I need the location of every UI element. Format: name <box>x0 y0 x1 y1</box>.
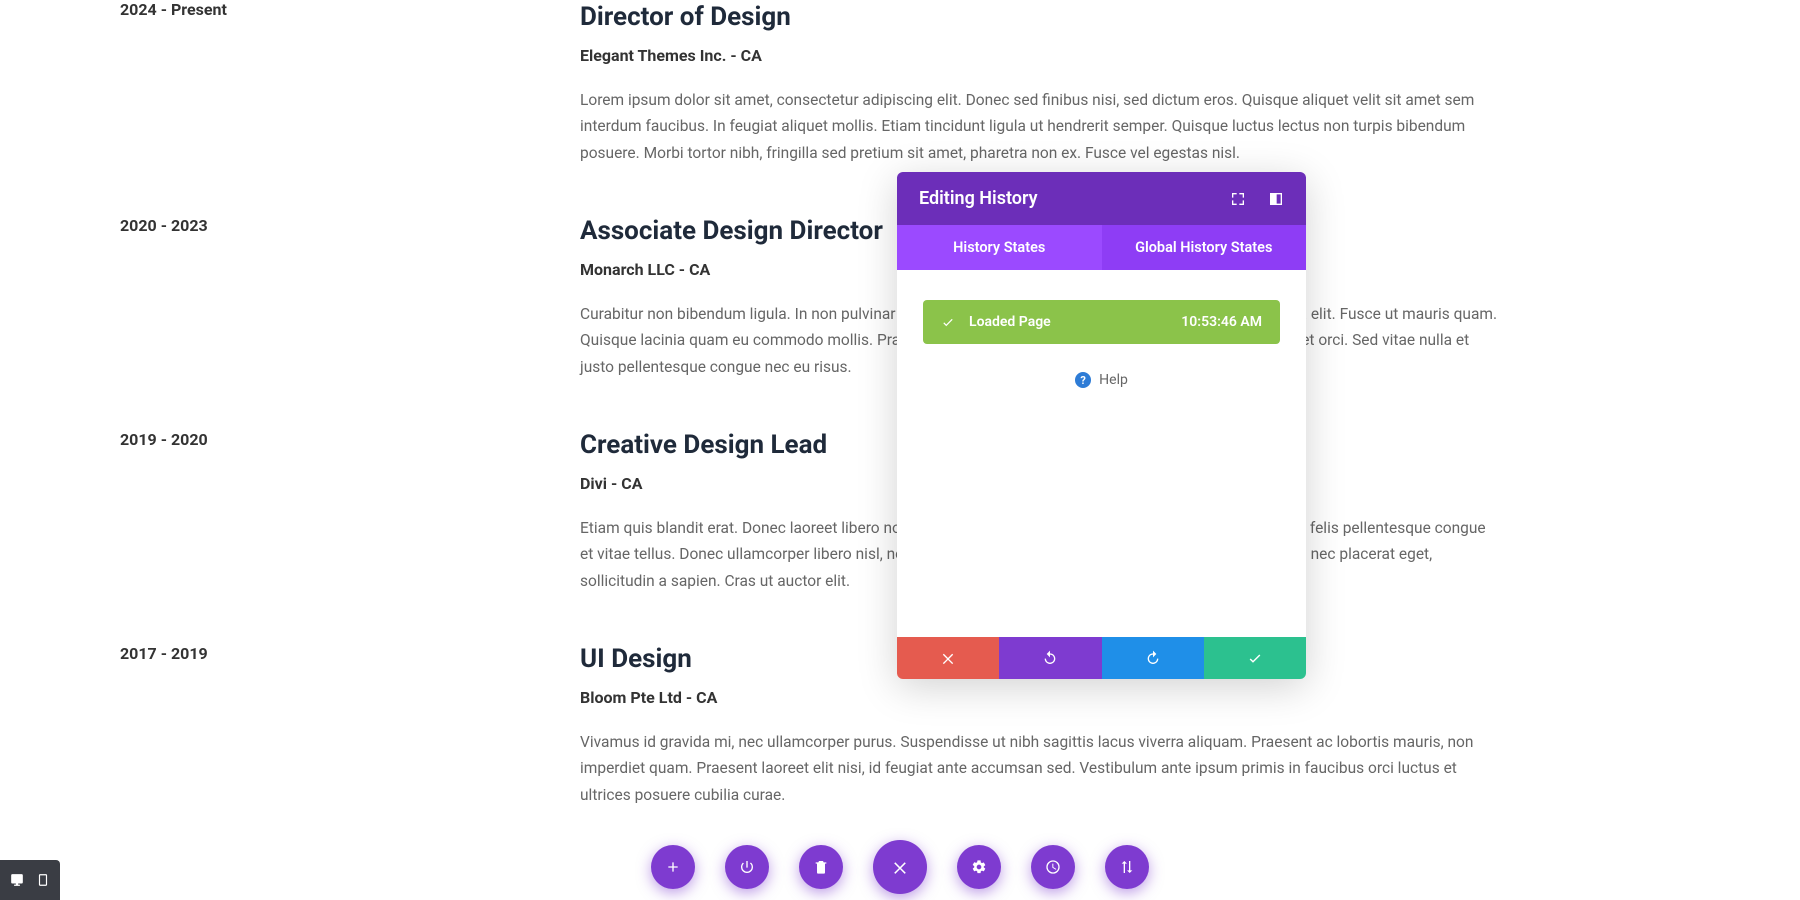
add-button[interactable] <box>651 845 695 889</box>
power-icon <box>739 859 755 875</box>
redo-icon <box>1145 650 1161 666</box>
snap-right-icon[interactable] <box>1268 191 1284 207</box>
sort-button[interactable] <box>1105 845 1149 889</box>
expand-icon[interactable] <box>1230 191 1246 207</box>
tab-history-states[interactable]: History States <box>897 225 1102 270</box>
desktop-icon <box>10 873 24 887</box>
undo-button[interactable] <box>999 637 1101 679</box>
entry-dates: 2020 - 2023 <box>120 216 208 235</box>
content-column: Director of Design Elegant Themes Inc. -… <box>580 0 1500 166</box>
help-link[interactable]: ? Help <box>923 372 1280 388</box>
panel-tabs: History States Global History States <box>897 225 1306 270</box>
check-icon <box>1247 650 1263 666</box>
tab-global-history-states[interactable]: Global History States <box>1102 225 1307 270</box>
trash-icon <box>813 859 829 875</box>
date-column: 2019 - 2020 <box>120 430 580 594</box>
redo-button[interactable] <box>1102 637 1204 679</box>
clock-icon <box>1045 859 1061 875</box>
entry-dates: 2024 - Present <box>120 0 227 19</box>
history-item-time: 10:53:46 AM <box>1181 314 1262 330</box>
editing-history-panel[interactable]: Editing History History States Global Hi… <box>897 172 1306 679</box>
panel-body: Loaded Page 10:53:46 AM ? Help <box>897 270 1306 637</box>
info-icon: ? <box>1075 372 1091 388</box>
settings-button[interactable] <box>957 845 1001 889</box>
history-state-item[interactable]: Loaded Page 10:53:46 AM <box>923 300 1280 344</box>
panel-footer <box>897 637 1306 679</box>
discard-button[interactable] <box>897 637 999 679</box>
company-name: Bloom Pte Ltd - CA <box>580 688 1500 707</box>
gear-icon <box>971 859 987 875</box>
job-description: Lorem ipsum dolor sit amet, consectetur … <box>580 87 1500 166</box>
power-button[interactable] <box>725 845 769 889</box>
builder-action-bar <box>651 840 1149 894</box>
confirm-button[interactable] <box>1204 637 1306 679</box>
phone-icon <box>36 873 50 887</box>
delete-button[interactable] <box>799 845 843 889</box>
job-title: Director of Design <box>580 2 1500 32</box>
date-column: 2020 - 2023 <box>120 216 580 380</box>
check-icon <box>941 315 955 329</box>
undo-icon <box>1042 650 1058 666</box>
panel-title: Editing History <box>919 188 1038 209</box>
help-label: Help <box>1099 372 1128 388</box>
job-description: Vivamus id gravida mi, nec ullamcorper p… <box>580 729 1500 808</box>
resume-entry: 2024 - Present Director of Design Elegan… <box>120 0 1680 166</box>
entry-dates: 2017 - 2019 <box>120 644 208 663</box>
entry-dates: 2019 - 2020 <box>120 430 208 449</box>
close-icon <box>891 858 909 876</box>
date-column: 2017 - 2019 <box>120 644 580 808</box>
close-builder-button[interactable] <box>873 840 927 894</box>
plus-icon <box>665 859 681 875</box>
viewport-toggle[interactable] <box>0 860 60 900</box>
sort-icon <box>1119 859 1135 875</box>
panel-header[interactable]: Editing History <box>897 172 1306 225</box>
history-button[interactable] <box>1031 845 1075 889</box>
history-item-label: Loaded Page <box>969 314 1051 330</box>
close-icon <box>940 650 956 666</box>
panel-header-actions <box>1230 191 1284 207</box>
date-column: 2024 - Present <box>120 0 580 166</box>
company-name: Elegant Themes Inc. - CA <box>580 46 1500 65</box>
